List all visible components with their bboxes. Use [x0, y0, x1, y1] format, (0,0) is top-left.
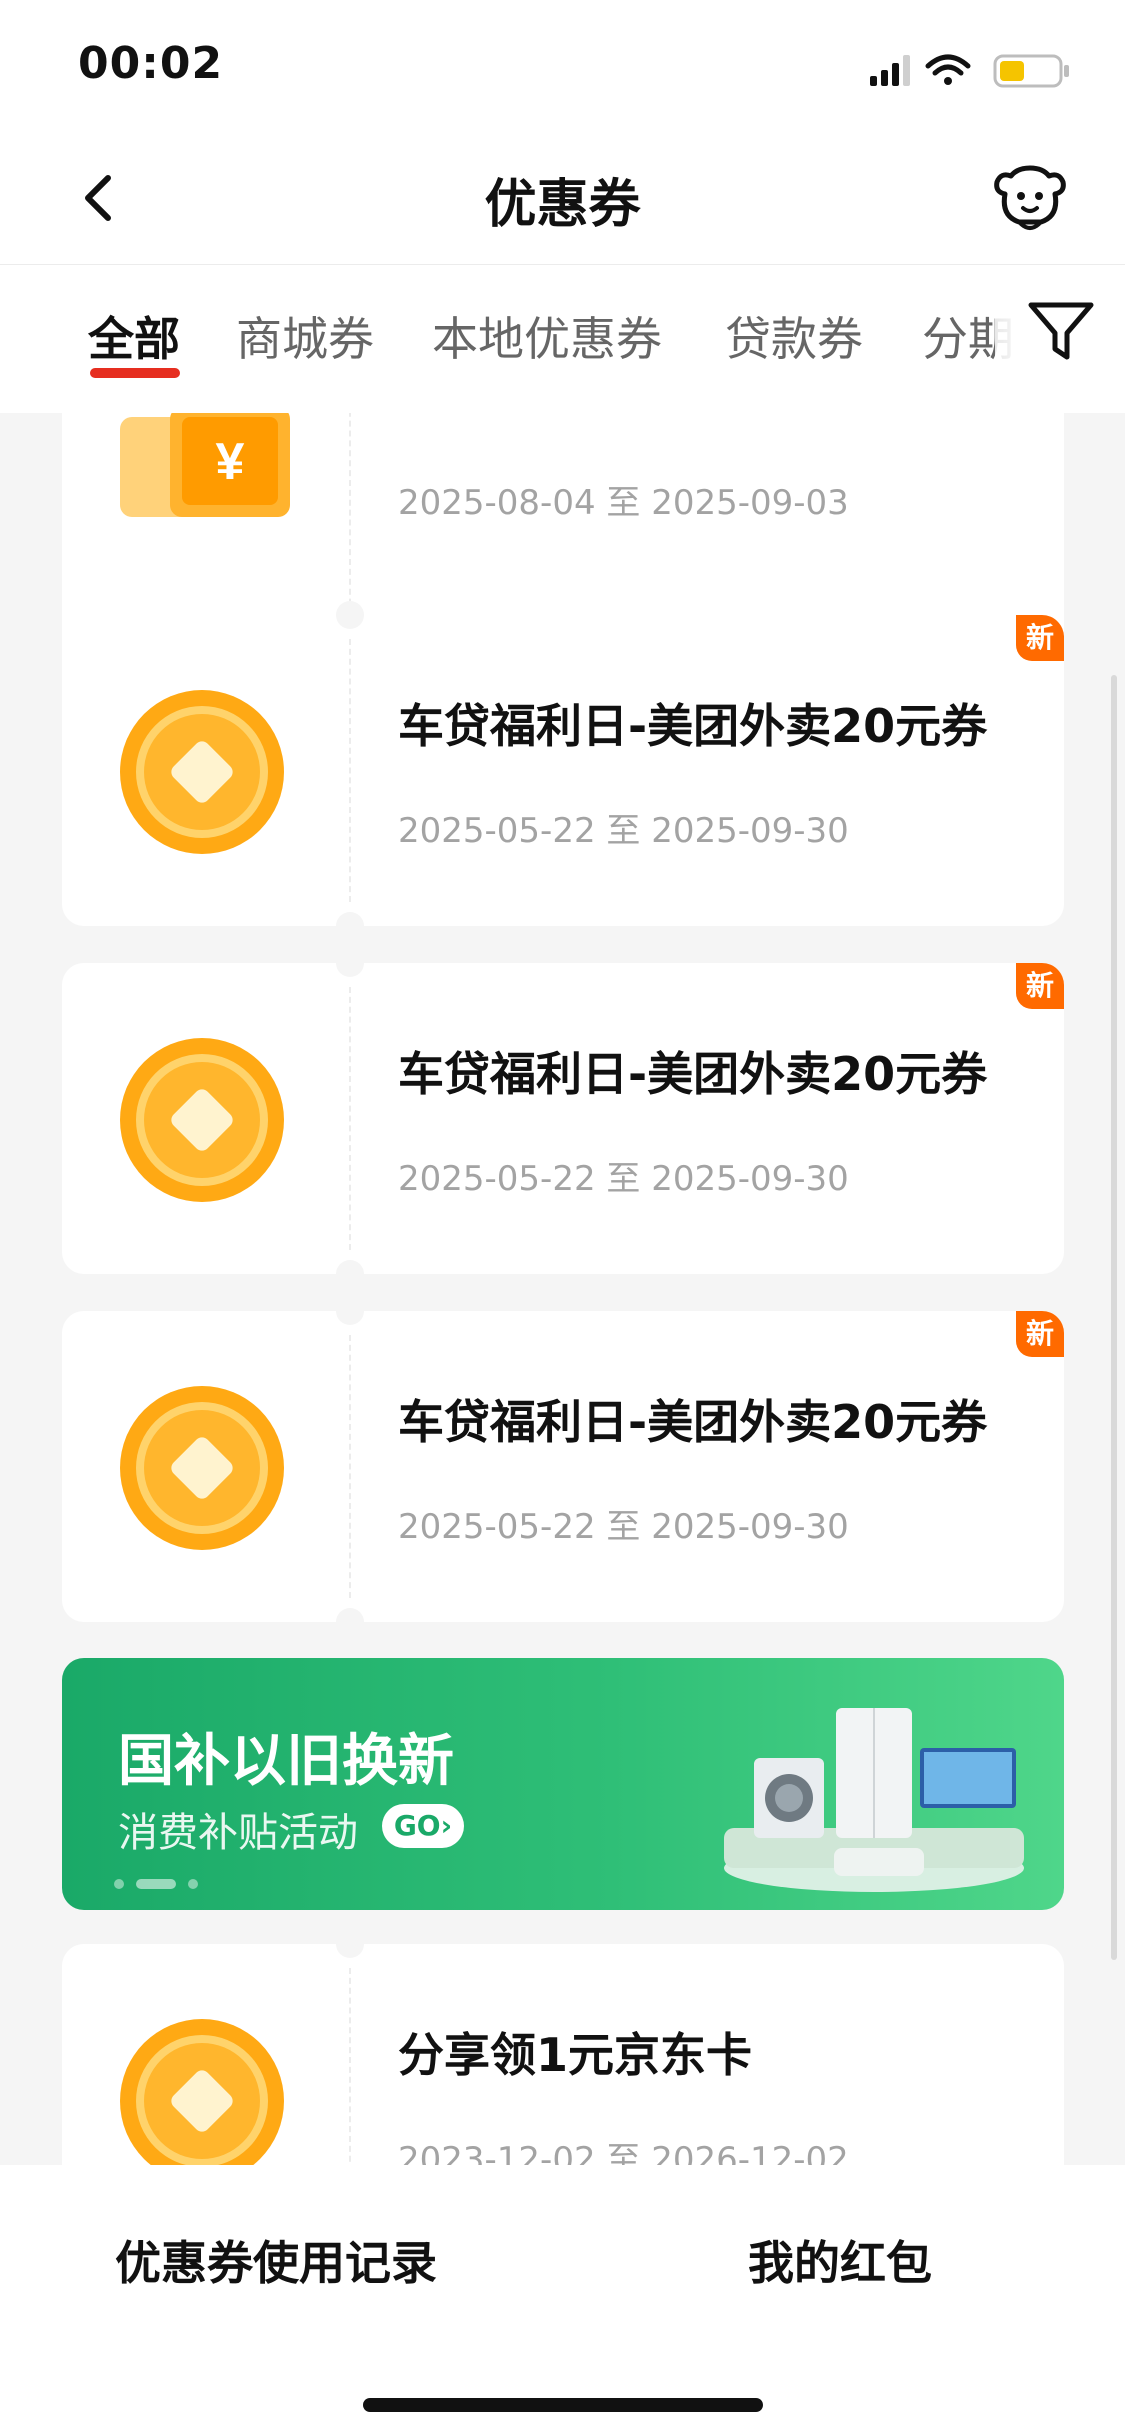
card-notch: [336, 1608, 364, 1636]
wifi-icon: [925, 54, 971, 85]
card-divider: [349, 1968, 351, 2165]
active-tab-indicator: [90, 368, 180, 378]
status-time: 00:02: [78, 38, 224, 89]
page-title: 优惠券: [484, 175, 641, 235]
coupon-card[interactable]: 分享领1元京东卡 2023-12-02 至 2026-12-02: [62, 1930, 1064, 2165]
coupon-card[interactable]: 车贷福利日-美团外卖20元券 2025-05-22 至 2025-09-30 新: [62, 601, 1064, 940]
coupon-date: 2025-08-04 至 2025-09-03: [398, 483, 849, 523]
ticket-yen-icon: ¥: [120, 413, 290, 517]
card-notch: [336, 949, 364, 977]
banner-go-button[interactable]: GO›: [382, 1804, 464, 1848]
card-notch: [336, 1297, 364, 1325]
card-notch: [336, 601, 364, 629]
appliances-illustration: [724, 1708, 1024, 1892]
filter-funnel-icon: [1028, 302, 1094, 360]
nav-bar: 优惠券: [0, 132, 1125, 265]
coupon-card[interactable]: 车贷福利日-美团外卖20元券 2025-05-22 至 2025-09-30 新: [62, 949, 1064, 1288]
status-bar: 00:02: [0, 0, 1125, 132]
banner-pagination: [114, 1873, 210, 1889]
category-tabs: 全部 商城券 本地优惠券 贷款券 分期: [0, 265, 1125, 413]
pagination-dot-active: [136, 1878, 176, 1889]
card-divider: [349, 1335, 351, 1598]
pagination-dot: [188, 1878, 198, 1889]
tab-loan-coupons[interactable]: 贷款券: [725, 303, 863, 369]
card-divider: [349, 639, 351, 902]
promo-banner[interactable]: 国补以旧换新 消费补贴活动 GO›: [62, 1658, 1064, 1910]
tab-local-coupons[interactable]: 本地优惠券: [432, 303, 662, 369]
coupon-title: 分享领1元京东卡: [398, 2028, 753, 2082]
bottom-bar: 优惠券使用记录 我的红包: [0, 2165, 1125, 2436]
coupon-title: 车贷福利日-美团外卖20元券: [398, 1395, 988, 1449]
coupon-card[interactable]: 车贷福利日-美团外卖20元券 2025-05-22 至 2025-09-30 新: [62, 1297, 1064, 1636]
coupon-title: 车贷福利日-美团外卖20元券: [398, 699, 988, 753]
puppy-assistant-icon: [994, 165, 1066, 230]
battery-icon: [993, 54, 1069, 88]
status-icons: [870, 50, 1080, 90]
coupon-date: 2023-12-02 至 2026-12-02: [398, 2140, 849, 2165]
new-badge: 新: [1016, 963, 1064, 1009]
assistant-button[interactable]: [991, 164, 1069, 234]
new-badge: 新: [1016, 615, 1064, 661]
card-notch: [336, 1260, 364, 1288]
scrollbar[interactable]: [1111, 675, 1117, 1960]
svg-text:¥: ¥: [216, 433, 245, 491]
home-indicator: [363, 2398, 763, 2412]
filter-button[interactable]: [995, 265, 1125, 413]
gold-coin-icon: [120, 690, 284, 854]
coupon-list[interactable]: ¥ 2025-08-04 至 2025-09-03 车贷福利日-美团外卖20元券…: [0, 413, 1125, 2165]
signal-icon: [870, 55, 910, 86]
banner-subtitle: 消费补贴活动: [118, 1810, 358, 1856]
my-red-packets-link[interactable]: 我的红包: [748, 2227, 932, 2293]
card-divider: [349, 987, 351, 1250]
pagination-dot: [114, 1878, 124, 1889]
coupon-title: 车贷福利日-美团外卖20元券: [398, 1047, 988, 1101]
tab-mall-coupons[interactable]: 商城券: [236, 303, 374, 369]
coupon-date: 2025-05-22 至 2025-09-30: [398, 1507, 849, 1547]
gold-coin-icon: [120, 1038, 284, 1202]
coupon-usage-record-link[interactable]: 优惠券使用记录: [115, 2227, 437, 2293]
coupon-date: 2025-05-22 至 2025-09-30: [398, 811, 849, 851]
gold-coin-icon: [120, 1386, 284, 1550]
card-notch: [336, 1930, 364, 1958]
card-notch: [336, 912, 364, 940]
tab-all[interactable]: 全部: [88, 303, 180, 369]
gold-coin-icon: [120, 2019, 284, 2165]
new-badge: 新: [1016, 1311, 1064, 1357]
coupon-date: 2025-05-22 至 2025-09-30: [398, 1159, 849, 1199]
banner-title: 国补以旧换新: [118, 1729, 454, 1794]
